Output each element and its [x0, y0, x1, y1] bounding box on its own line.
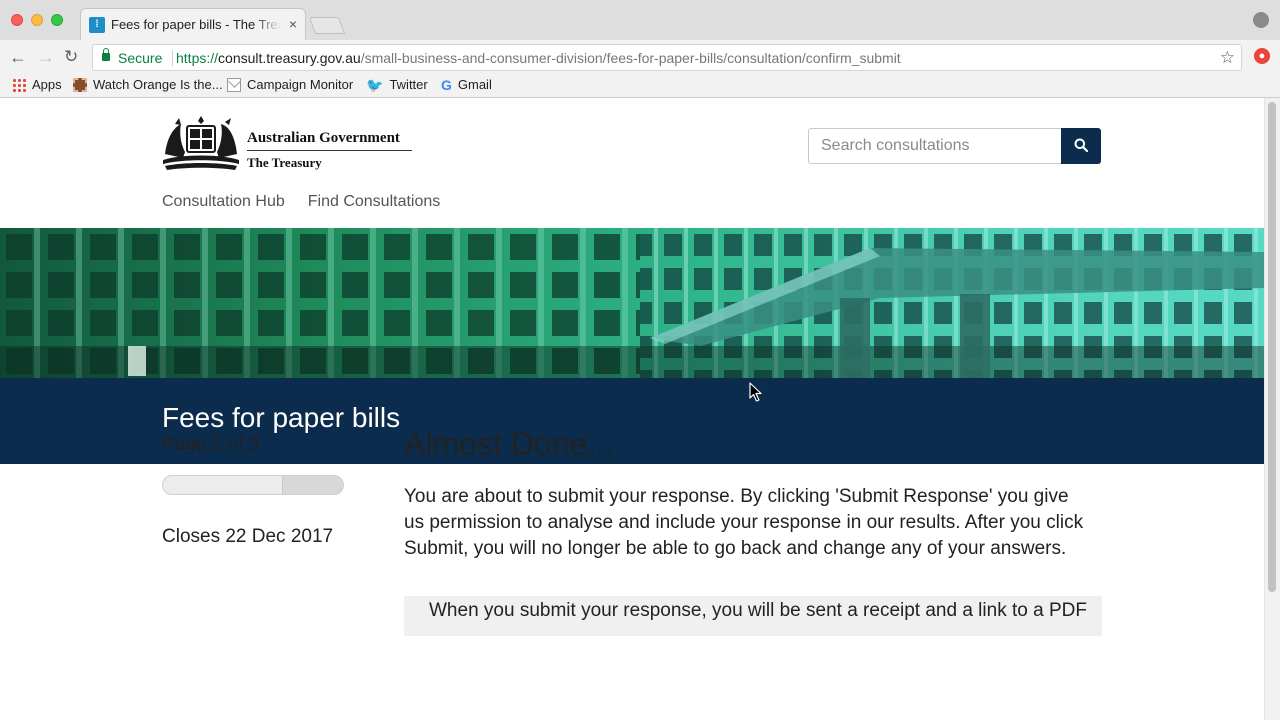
progress-bar [162, 475, 344, 495]
bookmarks-bar: Apps Watch Orange Is the... Campaign Mon… [0, 74, 1280, 98]
browser-tab-active[interactable]: ⁞ Fees for paper bills - The Treasury × [80, 8, 306, 40]
url-text[interactable]: https://consult.treasury.gov.au/small-bu… [176, 50, 901, 66]
close-window-button[interactable] [11, 14, 23, 26]
nav-find-consultations[interactable]: Find Consultations [308, 193, 441, 211]
lock-icon [102, 48, 110, 61]
bookmark-apps[interactable]: Apps [12, 77, 62, 92]
browser-titlebar: ⁞ Fees for paper bills - The Treasury × [0, 0, 1280, 40]
zoom-window-button[interactable] [51, 14, 63, 26]
nav-consultation-hub[interactable]: Consultation Hub [162, 193, 285, 211]
bookmark-label: Campaign Monitor [247, 77, 354, 92]
address-bar[interactable]: Secure https://consult.treasury.gov.au/s… [92, 44, 1242, 71]
extension-icon[interactable]: ● [1254, 48, 1270, 64]
hero-building-image [0, 228, 1264, 378]
bookmark-label: Gmail [457, 77, 492, 92]
mouse-pointer-icon [749, 382, 762, 402]
main-navigation: Consultation Hub Find Consultations [162, 193, 440, 211]
bookmark-label: Twitter [389, 77, 428, 92]
browser-toolbar: ← → ↻ Secure https://consult.treasury.go… [0, 40, 1280, 74]
tab-title: Fees for paper bills - The Treasury [111, 17, 281, 32]
search-icon [1074, 138, 1088, 152]
site-header: Australian Government The Treasury Consu… [0, 98, 1264, 228]
logo-government-text: Australian Government [247, 130, 400, 146]
building-illustration [0, 228, 1264, 378]
twitter-icon: 🐦 [366, 76, 384, 93]
coat-of-arms-icon [163, 116, 239, 170]
main-content: Almost Done... You are about to submit y… [404, 426, 1104, 636]
submit-intro-text: You are about to submit your response. B… [404, 486, 1084, 559]
film-icon [73, 77, 87, 92]
bookmark-label: Watch Orange Is the... [93, 77, 223, 92]
secure-label: Secure [118, 50, 163, 66]
search-input[interactable] [808, 128, 1062, 164]
treasury-logo[interactable]: Australian Government The Treasury [161, 114, 413, 172]
reload-icon[interactable]: ↻ [64, 47, 78, 67]
apps-icon [12, 77, 26, 92]
forward-arrow-icon[interactable]: → [37, 47, 55, 67]
page-indicator: Page 2 of 3 [162, 434, 260, 455]
bookmark-label: Apps [32, 77, 62, 92]
closing-date: Closes 22 Dec 2017 [162, 526, 334, 547]
new-tab-button[interactable] [308, 17, 346, 34]
bookmark-gmail[interactable]: G Gmail [441, 77, 492, 92]
tab-close-icon[interactable]: × [289, 16, 297, 32]
minimize-window-button[interactable] [31, 14, 43, 26]
progress-sidebar: Page 2 of 3 Closes 22 Dec 2017 [162, 434, 352, 547]
url-host: consult.treasury.gov.au [218, 50, 361, 66]
receipt-notice-box: When you submit your response, you will … [404, 596, 1102, 636]
treasury-favicon-icon: ⁞ [89, 17, 105, 33]
url-separator [172, 50, 173, 66]
page-heading: Almost Done... [404, 426, 614, 462]
url-path: /small-business-and-consumer-division/fe… [360, 50, 901, 66]
mail-icon [227, 77, 241, 92]
scrollbar-thumb[interactable] [1268, 102, 1276, 592]
back-arrow-icon[interactable]: ← [9, 47, 27, 67]
logo-department-text: The Treasury [247, 155, 322, 170]
bookmark-star-icon[interactable]: ☆ [1220, 48, 1235, 68]
progress-bar-fill [163, 476, 284, 494]
consultation-title: Fees for paper bills [162, 402, 401, 433]
receipt-notice-text: When you submit your response, you will … [429, 600, 1087, 621]
page-scrollbar[interactable] [1264, 98, 1280, 720]
bookmark-watch-orange[interactable]: Watch Orange Is the... [73, 77, 223, 92]
bookmark-campaign-monitor[interactable]: Campaign Monitor [227, 77, 353, 92]
logo-divider [247, 150, 412, 151]
profile-icon[interactable] [1253, 12, 1269, 28]
bookmark-twitter[interactable]: 🐦 Twitter [366, 77, 428, 92]
search-button[interactable] [1061, 128, 1101, 164]
google-icon: G [441, 76, 452, 93]
url-scheme: https:// [176, 50, 219, 66]
